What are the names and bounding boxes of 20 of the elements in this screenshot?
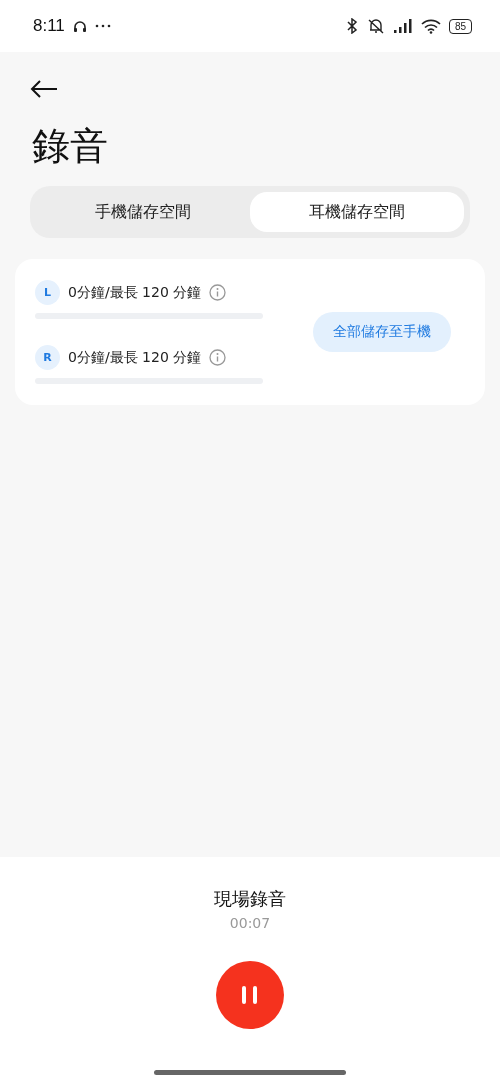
usage-text: 0分鐘/最長 120 分鐘 [68, 283, 202, 302]
recording-title: 現場錄音 [214, 887, 286, 911]
wifi-icon [420, 18, 441, 34]
info-icon[interactable] [209, 349, 227, 366]
more-icon [94, 24, 111, 28]
storage-tab[interactable]: 耳機儲存空間 [250, 192, 464, 232]
bluetooth-icon [344, 18, 359, 34]
status-time: 8:11 [33, 16, 65, 36]
save-all-button[interactable]: 全部儲存至手機 [313, 312, 451, 352]
usage-text: 0分鐘/最長 120 分鐘 [68, 348, 202, 367]
page-title: 錄音 [32, 123, 109, 170]
headphones-icon [72, 19, 87, 33]
channel-badge: R [35, 345, 60, 370]
signal-icon [392, 19, 413, 33]
channel-badge: L [35, 280, 60, 305]
battery-level: 85 [448, 18, 472, 34]
storage-tab[interactable]: 手機儲存空間 [36, 192, 250, 232]
muted-bell-icon [366, 18, 385, 34]
info-icon[interactable] [209, 284, 227, 301]
recording-time: 00:07 [229, 915, 271, 931]
